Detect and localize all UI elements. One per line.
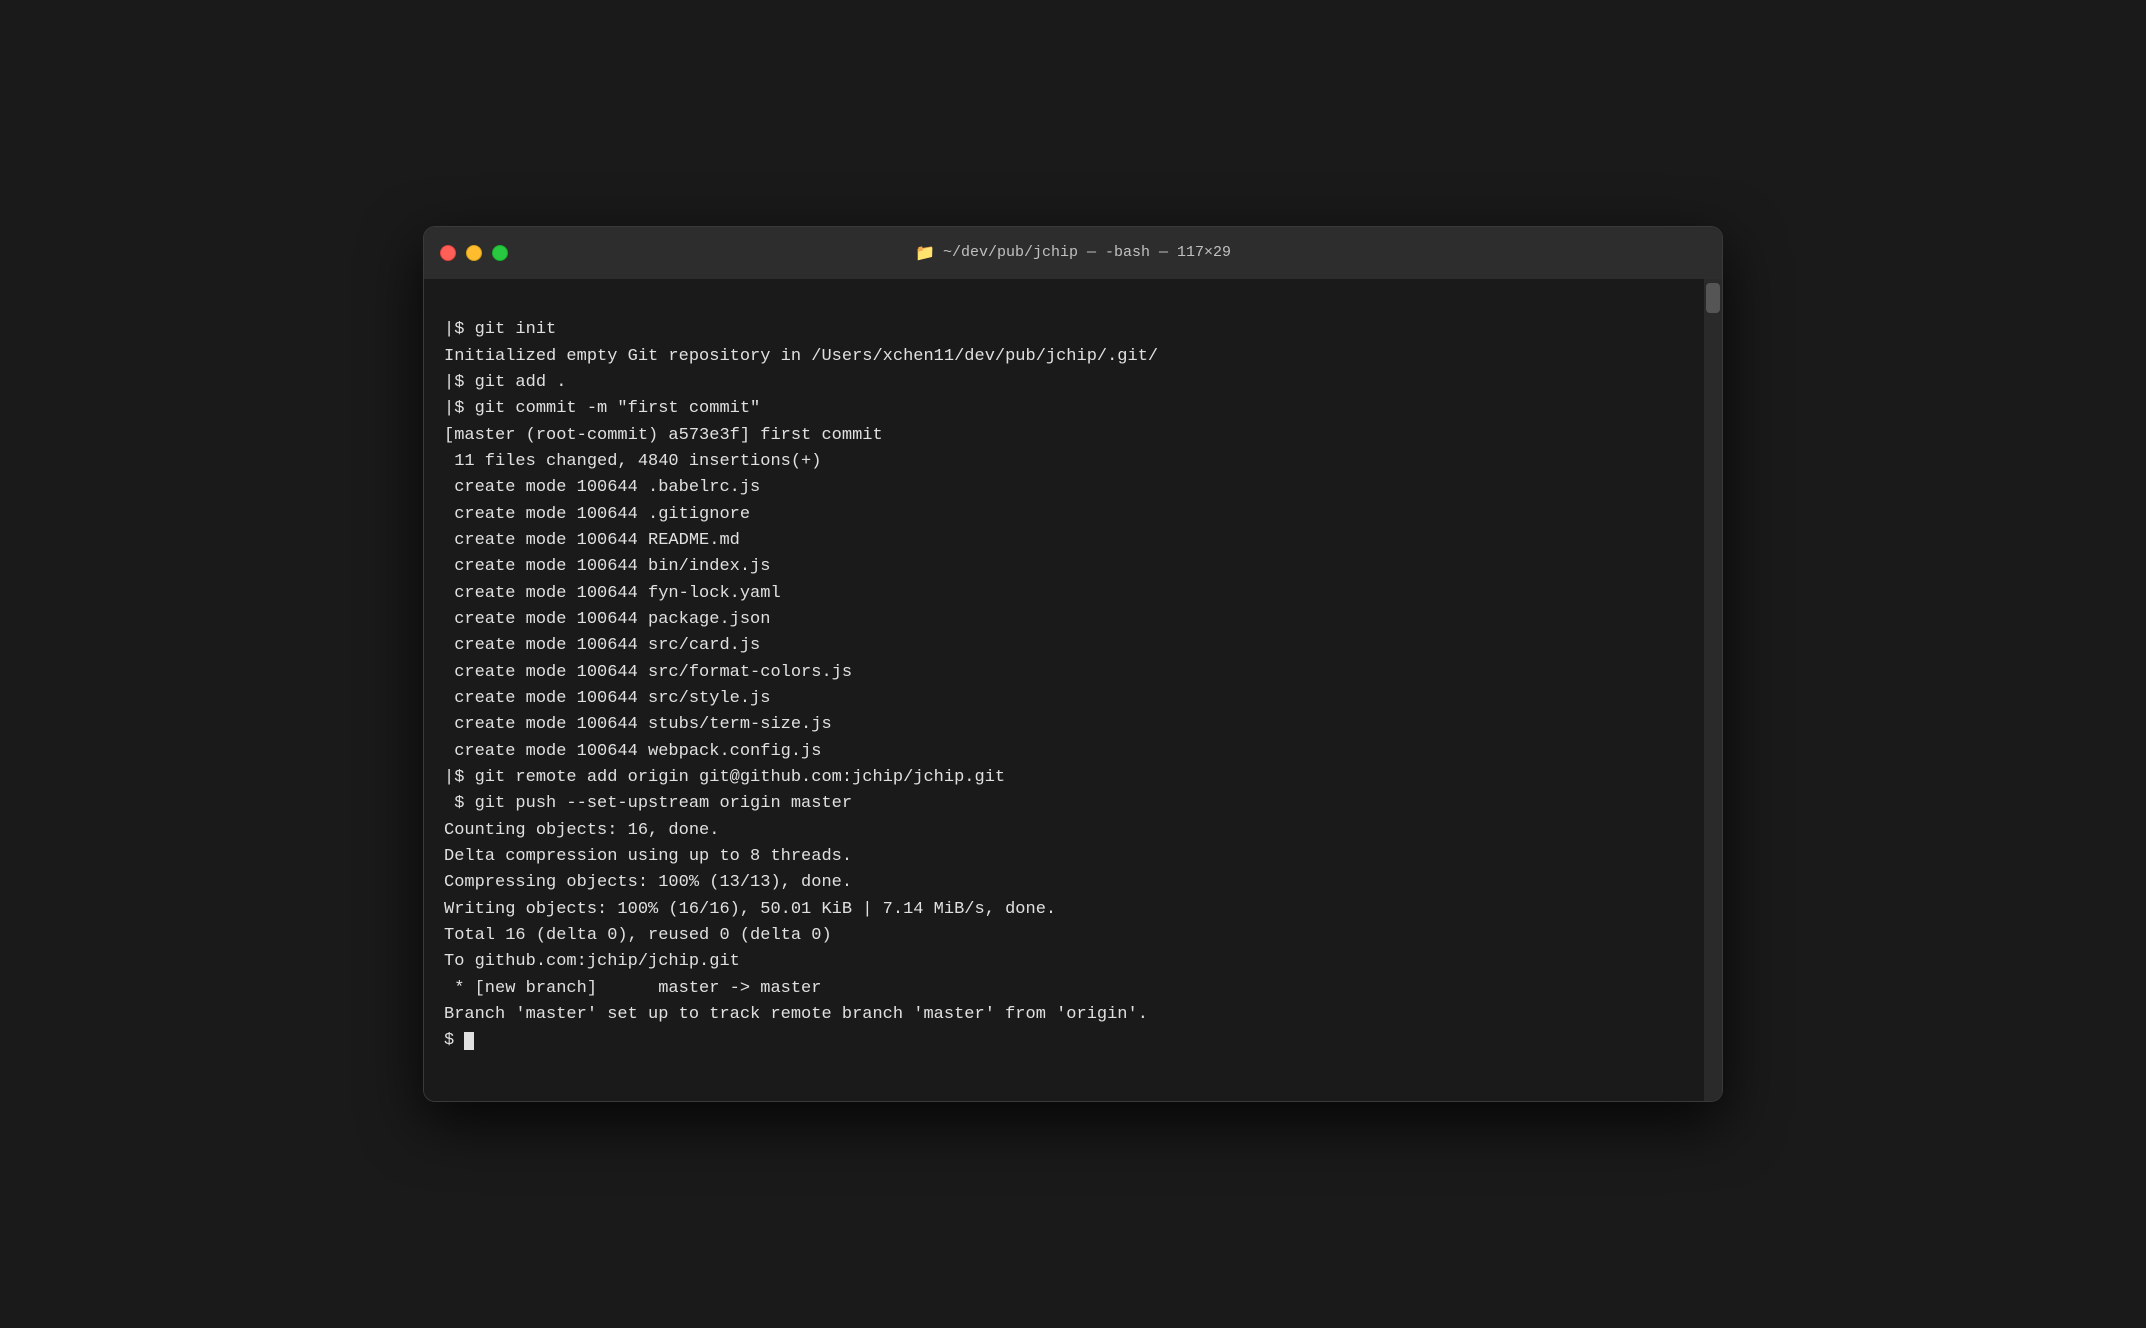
close-button[interactable] bbox=[440, 245, 456, 261]
minimize-button[interactable] bbox=[466, 245, 482, 261]
line-1: |$ git init bbox=[444, 320, 556, 339]
line-11: create mode 100644 fyn-lock.yaml bbox=[444, 584, 781, 603]
line-19: $ git push --set-upstream origin master bbox=[444, 794, 852, 813]
title-bar: 📁 ~/dev/pub/jchip — -bash — 117×29 bbox=[424, 227, 1722, 279]
terminal-output: |$ git init Initialized empty Git reposi… bbox=[444, 291, 1702, 1081]
title-text: ~/dev/pub/jchip — -bash — 117×29 bbox=[943, 244, 1231, 261]
line-17: create mode 100644 webpack.config.js bbox=[444, 742, 821, 761]
line-25: To github.com:jchip/jchip.git bbox=[444, 952, 740, 971]
line-23: Writing objects: 100% (16/16), 50.01 KiB… bbox=[444, 900, 1056, 919]
line-27: Branch 'master' set up to track remote b… bbox=[444, 1005, 1148, 1024]
scrollbar[interactable] bbox=[1704, 279, 1722, 1101]
line-12: create mode 100644 package.json bbox=[444, 610, 770, 629]
maximize-button[interactable] bbox=[492, 245, 508, 261]
line-14: create mode 100644 src/format-colors.js bbox=[444, 663, 852, 682]
line-21: Delta compression using up to 8 threads. bbox=[444, 847, 852, 866]
terminal-body[interactable]: |$ git init Initialized empty Git reposi… bbox=[424, 279, 1722, 1101]
terminal-window: 📁 ~/dev/pub/jchip — -bash — 117×29 |$ gi… bbox=[423, 226, 1723, 1102]
line-28-prompt: $ bbox=[444, 1031, 474, 1050]
line-7: create mode 100644 .babelrc.js bbox=[444, 478, 760, 497]
line-26: * [new branch] master -> master bbox=[444, 979, 821, 998]
scrollbar-thumb[interactable] bbox=[1706, 283, 1720, 313]
line-6: 11 files changed, 4840 insertions(+) bbox=[444, 452, 821, 471]
line-3: |$ git add . bbox=[444, 373, 566, 392]
line-9: create mode 100644 README.md bbox=[444, 531, 740, 550]
window-title: 📁 ~/dev/pub/jchip — -bash — 117×29 bbox=[915, 243, 1231, 263]
line-15: create mode 100644 src/style.js bbox=[444, 689, 770, 708]
line-10: create mode 100644 bin/index.js bbox=[444, 557, 770, 576]
line-16: create mode 100644 stubs/term-size.js bbox=[444, 715, 832, 734]
line-22: Compressing objects: 100% (13/13), done. bbox=[444, 873, 852, 892]
line-5: [master (root-commit) a573e3f] first com… bbox=[444, 426, 883, 445]
line-20: Counting objects: 16, done. bbox=[444, 821, 719, 840]
line-8: create mode 100644 .gitignore bbox=[444, 505, 750, 524]
line-18: |$ git remote add origin git@github.com:… bbox=[444, 768, 1005, 787]
line-2: Initialized empty Git repository in /Use… bbox=[444, 347, 1158, 366]
traffic-lights bbox=[440, 245, 508, 261]
line-4: |$ git commit -m "first commit" bbox=[444, 399, 760, 418]
folder-icon: 📁 bbox=[915, 243, 935, 263]
line-24: Total 16 (delta 0), reused 0 (delta 0) bbox=[444, 926, 832, 945]
cursor bbox=[464, 1032, 474, 1050]
line-13: create mode 100644 src/card.js bbox=[444, 636, 760, 655]
